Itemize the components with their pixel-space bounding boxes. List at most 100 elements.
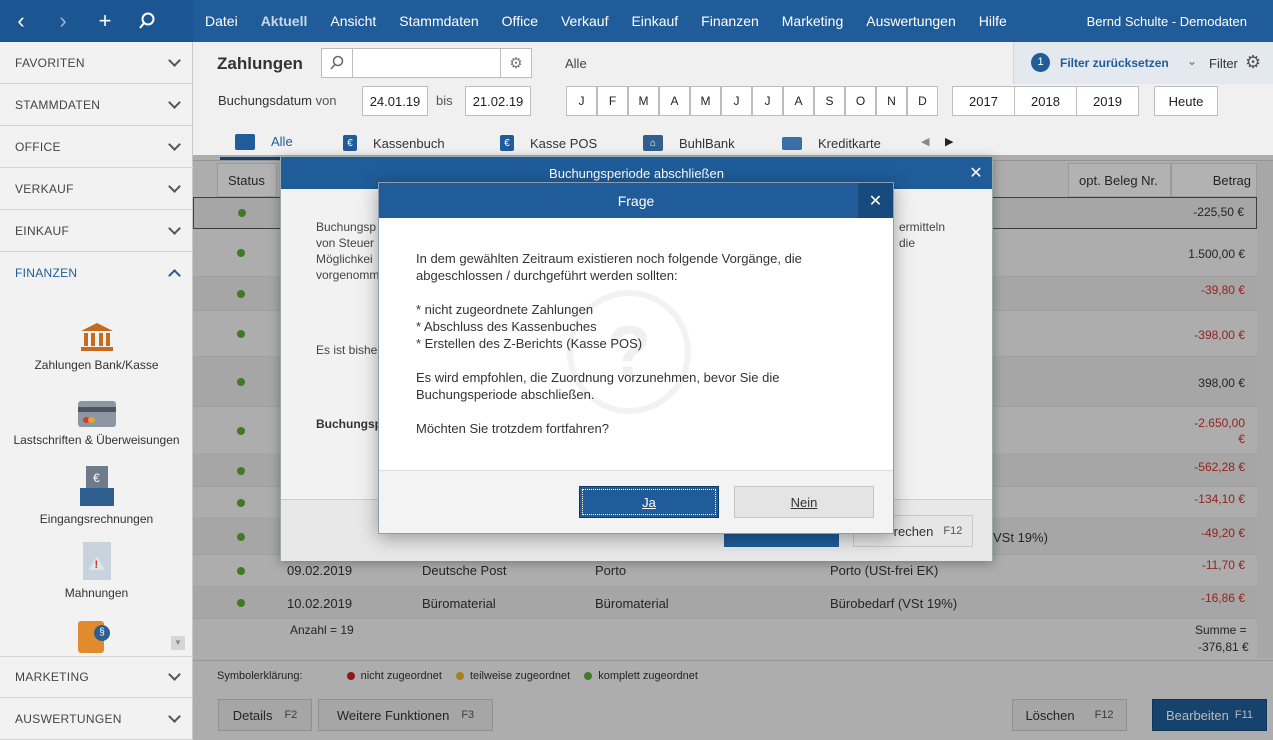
month-sep[interactable]: S bbox=[814, 86, 845, 116]
filter-reset-link[interactable]: Filter zurücksetzen bbox=[1060, 56, 1169, 70]
menu-ansicht[interactable]: Ansicht bbox=[330, 13, 376, 29]
sidebar: FAVORITEN STAMMDATEN OFFICE VERKAUF EINK… bbox=[0, 42, 193, 740]
sidebar-item-mahnungen[interactable]: ! Mahnungen bbox=[0, 542, 193, 600]
text-line: vorgenomm bbox=[316, 268, 380, 282]
tab-scroll-right-icon[interactable]: ▶ bbox=[945, 135, 953, 148]
today-button[interactable]: Heute bbox=[1154, 86, 1218, 116]
back-icon[interactable]: ‹ bbox=[0, 0, 42, 42]
chevron-down-icon bbox=[168, 53, 181, 67]
close-icon[interactable]: ✕ bbox=[960, 157, 992, 189]
bank-icon bbox=[79, 322, 115, 352]
dialog-text: Es ist bishe bbox=[316, 343, 378, 357]
sidebar-section-auswertungen[interactable]: AUSWERTUNGEN bbox=[0, 698, 193, 740]
menu-datei[interactable]: Datei bbox=[205, 13, 238, 29]
euro-book-icon: € bbox=[343, 135, 357, 151]
button-label: rechen bbox=[893, 523, 934, 539]
sidebar-section-verkauf[interactable]: VERKAUF bbox=[0, 168, 193, 210]
sidebar-section-einkauf[interactable]: EINKAUF bbox=[0, 210, 193, 252]
search-button[interactable] bbox=[321, 48, 353, 78]
date-to-input[interactable]: 21.02.19 bbox=[465, 86, 531, 116]
gear-icon[interactable]: ⚙ bbox=[1245, 52, 1261, 73]
month-oct[interactable]: O bbox=[845, 86, 876, 116]
section-label: OFFICE bbox=[15, 139, 61, 154]
yes-button[interactable]: Ja bbox=[579, 486, 719, 518]
sidebar-item-lastschriften[interactable]: Lastschriften & Überweisungen bbox=[0, 401, 193, 447]
user-name[interactable]: Bernd Schulte - Demodaten bbox=[1087, 14, 1247, 29]
bank-icon: ⌂ bbox=[643, 135, 663, 151]
list-item: * Abschluss des Kassenbuches bbox=[416, 319, 597, 334]
dialog-footer: Ja Nein bbox=[379, 470, 893, 533]
month-jul[interactable]: J bbox=[752, 86, 783, 116]
search-icon[interactable] bbox=[126, 0, 168, 42]
scroll-law-icon[interactable]: § bbox=[76, 619, 114, 655]
no-button[interactable]: Nein bbox=[734, 486, 874, 518]
euro-book-icon: € bbox=[500, 135, 514, 151]
menu-stammdaten[interactable]: Stammdaten bbox=[399, 13, 478, 29]
text-line: Buchungsp bbox=[316, 220, 377, 234]
sidebar-item-label: Zahlungen Bank/Kasse bbox=[34, 358, 159, 372]
close-icon[interactable]: ✕ bbox=[858, 183, 893, 218]
sidebar-section-marketing[interactable]: MARKETING bbox=[0, 656, 193, 698]
forward-icon[interactable]: › bbox=[42, 0, 84, 42]
menu-marketing[interactable]: Marketing bbox=[782, 13, 843, 29]
month-may[interactable]: M bbox=[690, 86, 721, 116]
year-2017[interactable]: 2017 bbox=[952, 86, 1015, 116]
sidebar-item-zahlungen[interactable]: Zahlungen Bank/Kasse bbox=[0, 322, 193, 372]
sidebar-item-label: Lastschriften & Überweisungen bbox=[13, 433, 180, 447]
menu-office[interactable]: Office bbox=[502, 13, 538, 29]
menu-einkauf[interactable]: Einkauf bbox=[631, 13, 678, 29]
gear-icon[interactable]: ⚙ bbox=[500, 48, 532, 78]
sidebar-section-stammdaten[interactable]: STAMMDATEN bbox=[0, 84, 193, 126]
list-item: * Erstellen des Z-Berichts (Kasse POS) bbox=[416, 336, 643, 351]
sidebar-section-favoriten[interactable]: FAVORITEN bbox=[0, 42, 193, 84]
month-mar[interactable]: M bbox=[628, 86, 659, 116]
month-dec[interactable]: D bbox=[907, 86, 938, 116]
tab-label: Kasse POS bbox=[530, 135, 598, 151]
shortcut: F12 bbox=[943, 525, 963, 537]
month-aug[interactable]: A bbox=[783, 86, 814, 116]
year-2018[interactable]: 2018 bbox=[1014, 86, 1077, 116]
sidebar-item-label: Mahnungen bbox=[64, 586, 129, 600]
dialog-title: Frage bbox=[617, 192, 655, 209]
chevron-down-icon bbox=[168, 709, 181, 723]
chevron-down-icon bbox=[168, 221, 181, 235]
year-2019[interactable]: 2019 bbox=[1076, 86, 1139, 116]
dialog-intro: In dem gewählten Zeitraum existieren noc… bbox=[416, 251, 802, 283]
section-label: FAVORITEN bbox=[15, 55, 85, 70]
dialog-titlebar: Frage ✕ bbox=[379, 183, 893, 218]
menu-auswertungen[interactable]: Auswertungen bbox=[866, 13, 956, 29]
from-label: von bbox=[315, 93, 337, 108]
month-jan[interactable]: J bbox=[566, 86, 597, 116]
sidebar-section-finanzen[interactable]: FINANZEN bbox=[0, 252, 193, 294]
sidebar-item-eingangsrechnungen[interactable]: € Eingangsrechnungen bbox=[0, 466, 193, 526]
month-nov[interactable]: N bbox=[876, 86, 907, 116]
section-label: VERKAUF bbox=[15, 181, 74, 196]
menu-aktuell[interactable]: Aktuell bbox=[261, 13, 308, 29]
filter-count-badge: 1 bbox=[1031, 53, 1050, 72]
month-jun[interactable]: J bbox=[721, 86, 752, 116]
filter-label[interactable]: Filter bbox=[1209, 56, 1238, 71]
menu-verkauf[interactable]: Verkauf bbox=[561, 13, 608, 29]
date-from-input[interactable]: 24.01.19 bbox=[362, 86, 428, 116]
page-title: Zahlungen bbox=[217, 54, 303, 73]
menu-finanzen[interactable]: Finanzen bbox=[701, 13, 759, 29]
search-input[interactable] bbox=[352, 48, 502, 78]
inbox-invoice-icon: € bbox=[78, 466, 116, 506]
text-line: von Steuer bbox=[316, 236, 375, 250]
scroll-down-icon[interactable]: ▼ bbox=[171, 636, 185, 650]
tab-scroll-left-icon[interactable]: ◀ bbox=[921, 135, 929, 148]
quick-nav: ‹ › + bbox=[0, 0, 193, 42]
question-dialog: Frage ✕ ? In dem gewählten Zeitraum exist… bbox=[378, 182, 894, 534]
menu-hilfe[interactable]: Hilfe bbox=[979, 13, 1007, 29]
top-bar: ‹ › + Datei Aktuell Ansicht Stammdaten O… bbox=[0, 0, 1273, 42]
filter-panel: 1 Filter zurücksetzen ⌄ Filter ⚙ bbox=[1013, 42, 1273, 84]
month-apr[interactable]: A bbox=[659, 86, 690, 116]
plus-icon[interactable]: + bbox=[84, 0, 126, 42]
sidebar-section-office[interactable]: OFFICE bbox=[0, 126, 193, 168]
month-feb[interactable]: F bbox=[597, 86, 628, 116]
folder-icon bbox=[235, 133, 255, 150]
chevron-up-icon bbox=[168, 268, 181, 282]
dialog-text-right: ermitteln die bbox=[899, 219, 945, 251]
chevron-down-icon[interactable]: ⌄ bbox=[1187, 54, 1197, 68]
chevron-down-icon bbox=[168, 95, 181, 109]
